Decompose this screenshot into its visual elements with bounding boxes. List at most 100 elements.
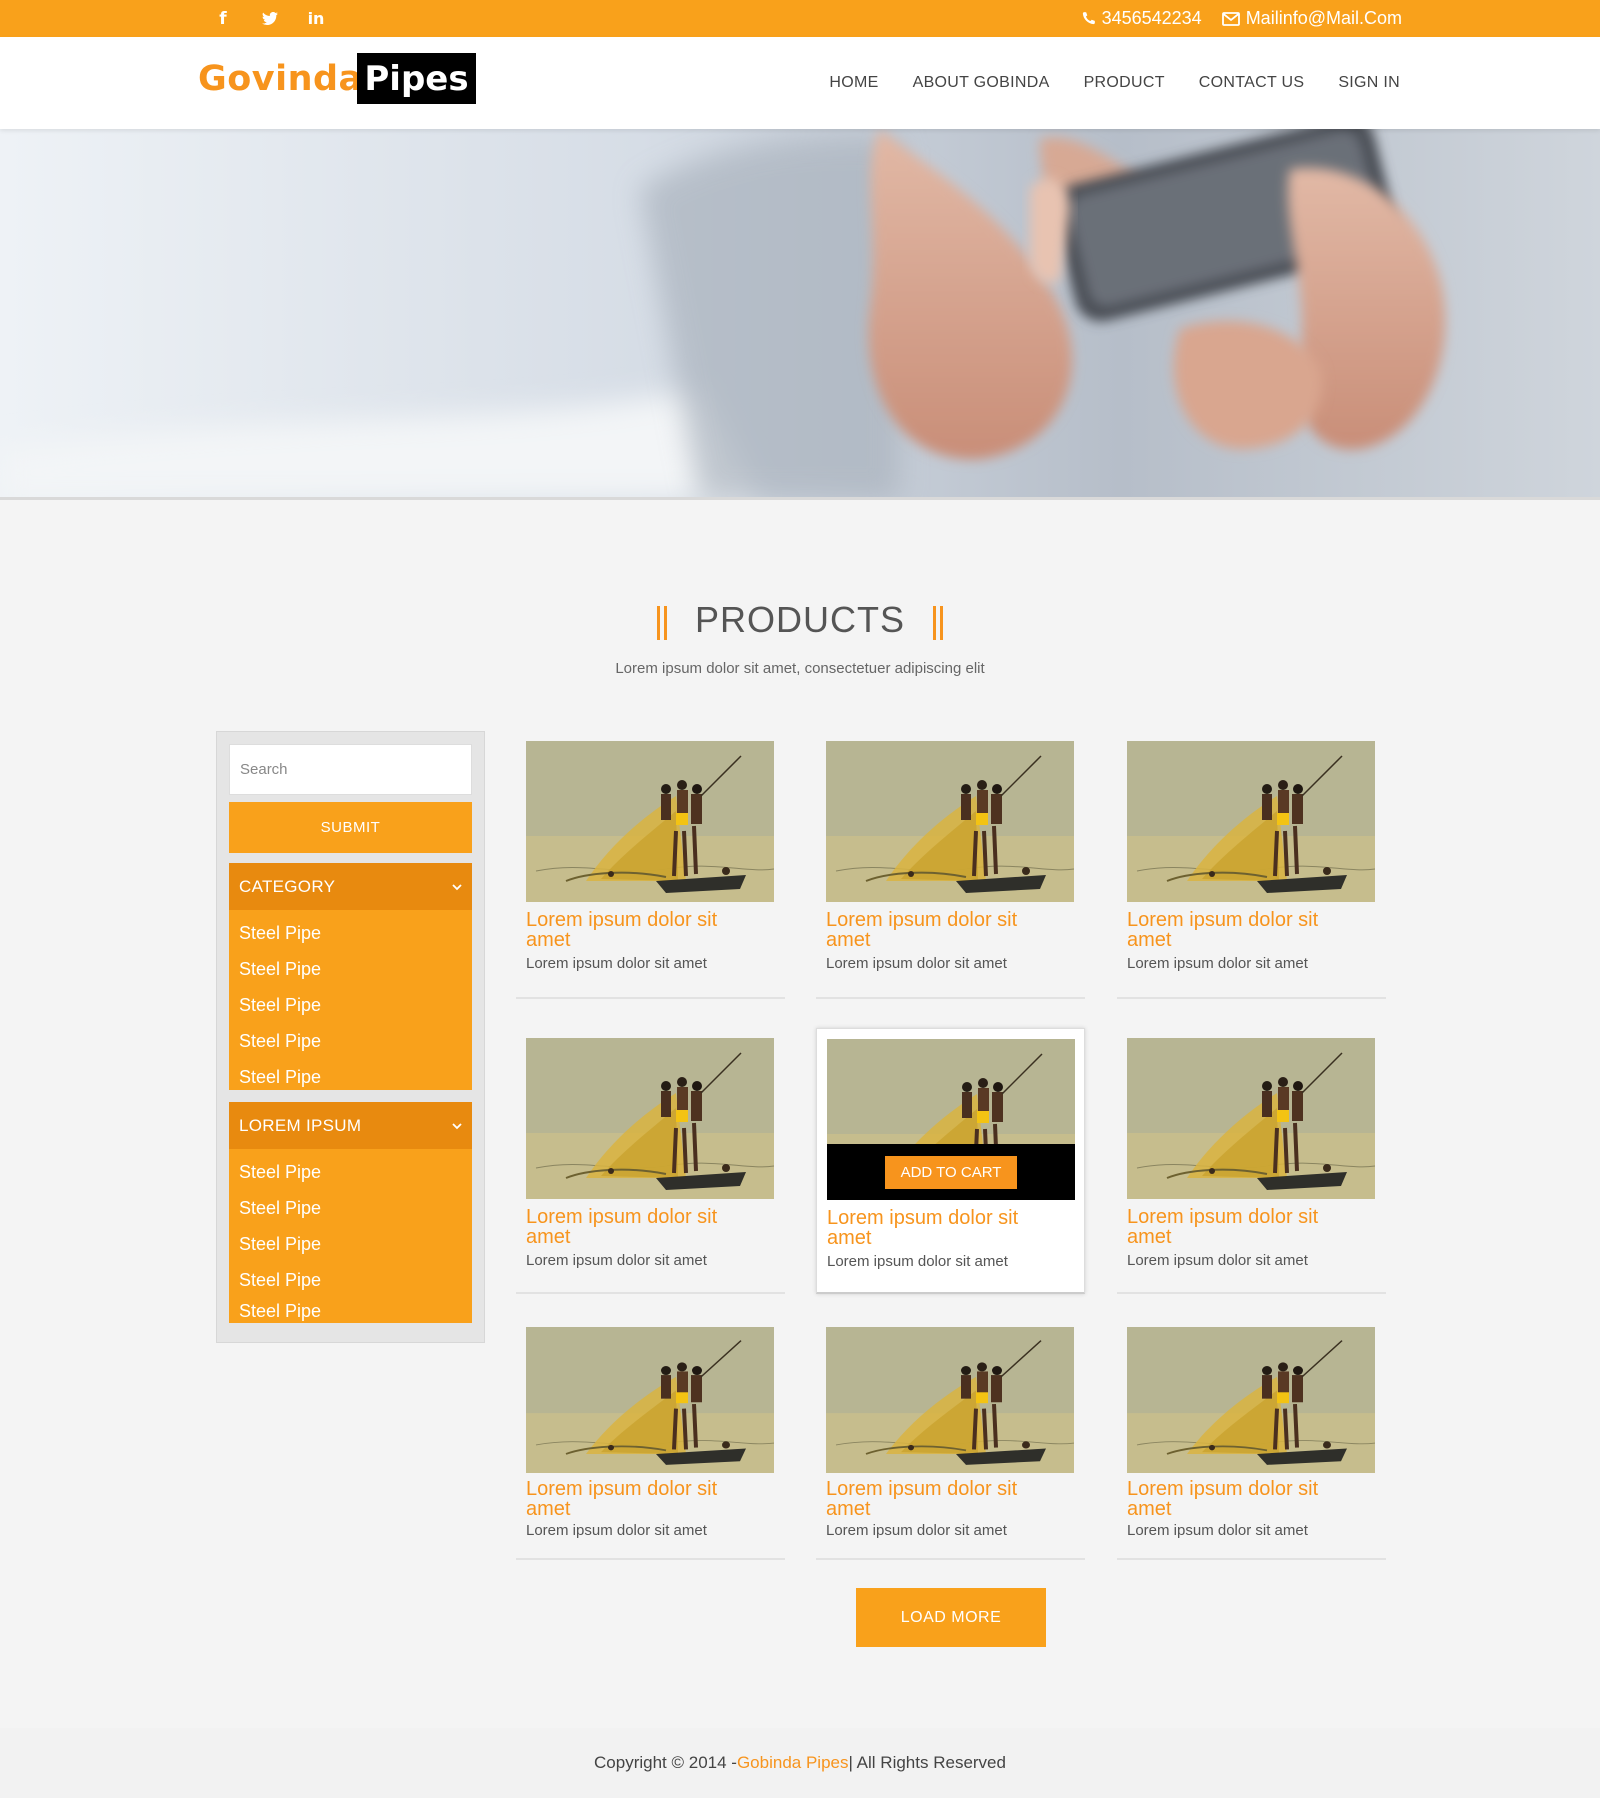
logo-text-govinda[interactable]: Govinda [198,59,363,99]
copyright-text: Copyright © 2014 - [594,1753,737,1772]
product-image[interactable] [1127,1327,1375,1473]
rights-text: | All Rights Reserved [848,1753,1006,1772]
footer-brand-link[interactable]: Gobinda Pipes [737,1753,849,1773]
facebook-icon[interactable]: f [212,0,234,37]
category-item[interactable]: Steel Pipe [229,1298,472,1324]
envelope-icon [1221,11,1240,26]
product-title-line: Lorem ipsum dolor sit [526,1206,718,1228]
product-card[interactable]: Lorem ipsum dolor sit amet Lorem ipsum dol… [516,1028,785,1294]
add-to-cart-overlay: ADD TO CART [827,1144,1075,1200]
fishermen-photo [1127,1038,1375,1199]
twitter-icon[interactable] [258,0,282,37]
product-card[interactable]: Lorem ipsum dolor sit amet Lorem ipsum dol… [1117,731,1386,999]
product-description: Lorem ipsum dolor sit amet [526,955,707,972]
category-item[interactable]: Steel Pipe [229,1262,472,1298]
hero-banner [0,129,1600,500]
category-header[interactable]: CATEGORY [229,863,472,910]
product-card[interactable]: ADD TO CART Lorem ipsum dolor sit amet Lore… [816,1028,1085,1294]
category-list: Steel Pipe Steel Pipe Steel Pipe Steel P… [229,910,472,1095]
title-left-bars [656,606,667,640]
product-title-line: amet [526,1498,571,1520]
product-title-line: Lorem ipsum dolor sit [1127,909,1319,931]
hero-image [0,129,1600,500]
product-title-line: amet [526,929,571,951]
footer: Copyright © 2014 - Gobinda Pipes | All R… [0,1728,1600,1798]
category-item[interactable]: Steel Pipe [229,1023,472,1059]
product-title-line: Lorem ipsum dolor sit [826,909,1018,931]
product-image[interactable] [826,741,1074,902]
product-title[interactable]: Lorem ipsum dolor sit amet [827,1208,1077,1248]
product-title[interactable]: Lorem ipsum dolor sit amet [526,910,776,950]
product-description: Lorem ipsum dolor sit amet [526,1522,707,1539]
top-bar: f in 3456542234 Mailinfo@Mail.Com [0,0,1600,37]
contact-info: 3456542234 Mailinfo@Mail.Com [1081,0,1402,37]
product-image[interactable] [526,741,774,902]
chevron-down-icon[interactable] [452,1118,462,1133]
submit-button[interactable]: SUBMIT [229,802,472,853]
category-item[interactable]: Steel Pipe [229,1059,472,1095]
product-image[interactable] [826,1327,1074,1473]
lorem-ipsum-title: LOREM IPSUM [239,1115,362,1135]
product-card[interactable]: Lorem ipsum dolor sit amet Lorem ipsum dol… [1117,1028,1386,1294]
product-title-line: Lorem ipsum dolor sit [1127,1206,1319,1228]
category-item[interactable]: Steel Pipe [229,951,472,987]
add-to-cart-button[interactable]: ADD TO CART [885,1155,1017,1189]
product-title[interactable]: Lorem ipsum dolor sit amet [526,1479,776,1519]
fishermen-photo [826,741,1074,902]
title-right-bars [933,606,943,640]
nav-contact[interactable]: CONTACT US [1199,74,1305,92]
product-title[interactable]: Lorem ipsum dolor sit amet [1127,1479,1377,1519]
product-description: Lorem ipsum dolor sit amet [1127,1252,1308,1269]
lorem-ipsum-list: Steel Pipe Steel Pipe Steel Pipe Steel P… [229,1149,472,1324]
product-card[interactable]: Lorem ipsum dolor sit amet Lorem ipsum dol… [816,1317,1085,1560]
main-nav: HOME ABOUT GOBINDA PRODUCT CONTACT US SI… [829,37,1400,129]
category-panel: CATEGORY Steel Pipe Steel Pipe Steel Pip… [229,863,472,1090]
product-card[interactable]: Lorem ipsum dolor sit amet Lorem ipsum dol… [516,1317,785,1560]
product-description: Lorem ipsum dolor sit amet [826,1522,1007,1539]
product-title-line: amet [526,1226,571,1248]
product-title[interactable]: Lorem ipsum dolor sit amet [826,910,1076,950]
lorem-ipsum-header[interactable]: LOREM IPSUM [229,1102,472,1149]
product-title-line: Lorem ipsum dolor sit [526,909,718,931]
chevron-down-icon[interactable] [452,879,462,894]
nav-product[interactable]: PRODUCT [1084,74,1165,92]
product-title-line: amet [827,1227,872,1249]
phone-icon [1081,11,1096,26]
section-subtitle: Lorem ipsum dolor sit amet, consectetuer… [615,660,985,677]
nav-about[interactable]: ABOUT GOBINDA [913,74,1050,92]
product-title-line: amet [1127,1226,1172,1248]
product-description: Lorem ipsum dolor sit amet [826,955,1007,972]
email-address[interactable]: Mailinfo@Mail.Com [1246,8,1402,29]
category-item[interactable]: Steel Pipe [229,1154,472,1190]
search-input[interactable] [229,744,472,795]
product-title[interactable]: Lorem ipsum dolor sit amet [826,1479,1076,1519]
product-card[interactable]: Lorem ipsum dolor sit amet Lorem ipsum dol… [516,731,785,999]
product-card[interactable]: Lorem ipsum dolor sit amet Lorem ipsum dol… [816,731,1085,999]
phone-contact: 3456542234 [1081,8,1202,29]
product-image[interactable] [1127,1038,1375,1199]
fishermen-photo [526,1038,774,1199]
nav-sign-in[interactable]: SIGN IN [1338,74,1400,92]
nav-home[interactable]: HOME [829,74,878,92]
logo-text-pipes[interactable]: Pipes [357,53,476,104]
fishermen-photo [526,741,774,902]
product-image[interactable] [526,1327,774,1473]
product-title-line: Lorem ipsum dolor sit [1127,1478,1319,1500]
product-image[interactable] [526,1038,774,1199]
category-item[interactable]: Steel Pipe [229,1190,472,1226]
phone-number[interactable]: 3456542234 [1102,8,1202,29]
product-title[interactable]: Lorem ipsum dolor sit amet [526,1207,776,1247]
load-more-button[interactable]: LOAD MORE [856,1588,1046,1647]
product-title-line: amet [826,1498,871,1520]
linkedin-icon[interactable]: in [303,0,329,37]
product-title[interactable]: Lorem ipsum dolor sit amet [1127,910,1377,950]
product-description: Lorem ipsum dolor sit amet [1127,955,1308,972]
sidebar: SUBMIT CATEGORY Steel Pipe Steel Pipe St… [216,731,485,1343]
category-item[interactable]: Steel Pipe [229,987,472,1023]
category-item[interactable]: Steel Pipe [229,1226,472,1262]
product-title[interactable]: Lorem ipsum dolor sit amet [1127,1207,1377,1247]
product-card[interactable]: Lorem ipsum dolor sit amet Lorem ipsum dol… [1117,1317,1386,1560]
fishermen-photo [826,1327,1074,1473]
category-item[interactable]: Steel Pipe [229,915,472,951]
product-image[interactable] [1127,741,1375,902]
